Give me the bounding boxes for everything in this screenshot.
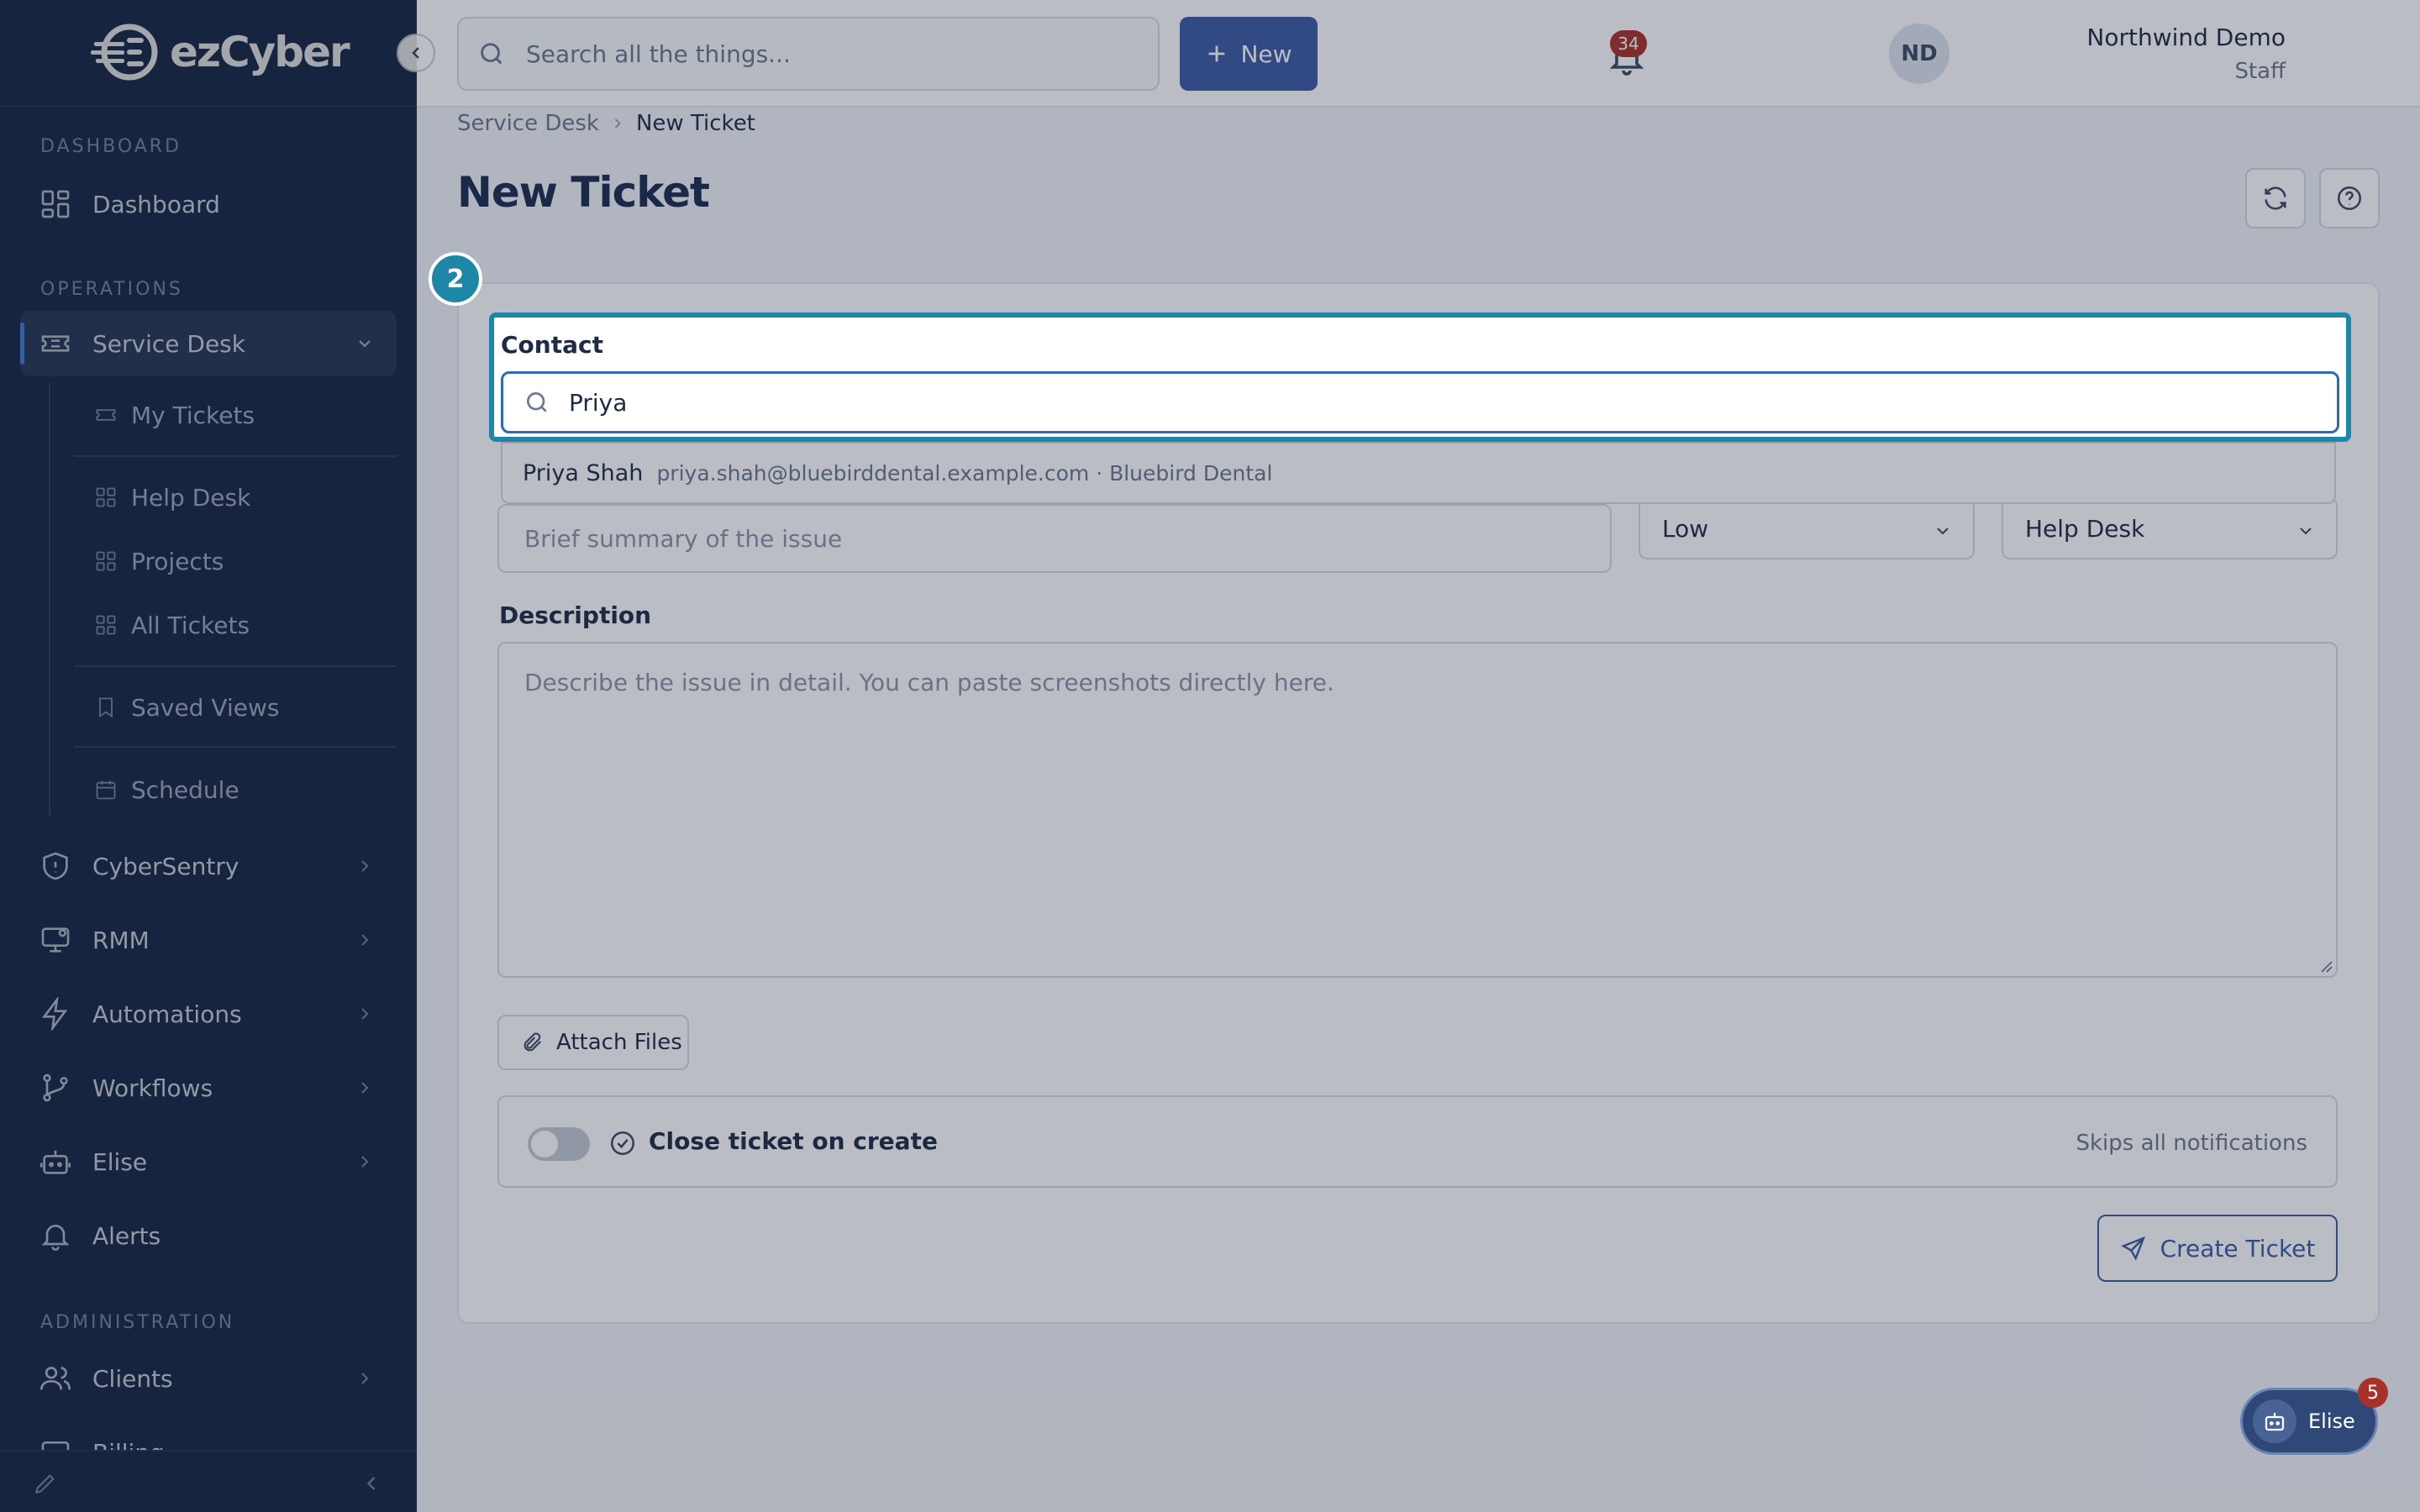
elise-assistant-button[interactable]: Elise: [2240, 1388, 2378, 1455]
elise-badge: 5: [2358, 1378, 2388, 1408]
contact-search[interactable]: [501, 371, 2339, 433]
contact-label: Contact: [501, 331, 603, 359]
search-icon: [527, 392, 547, 412]
tour-highlight-contact: Contact: [489, 312, 2351, 442]
contact-input[interactable]: [569, 388, 2249, 417]
elise-label: Elise: [2308, 1410, 2355, 1433]
tour-overlay-sidebar: [0, 0, 417, 1512]
robot-icon: [2265, 1413, 2285, 1431]
robot-icon-wrap: [2253, 1399, 2296, 1443]
tour-step-badge: 2: [429, 252, 482, 306]
